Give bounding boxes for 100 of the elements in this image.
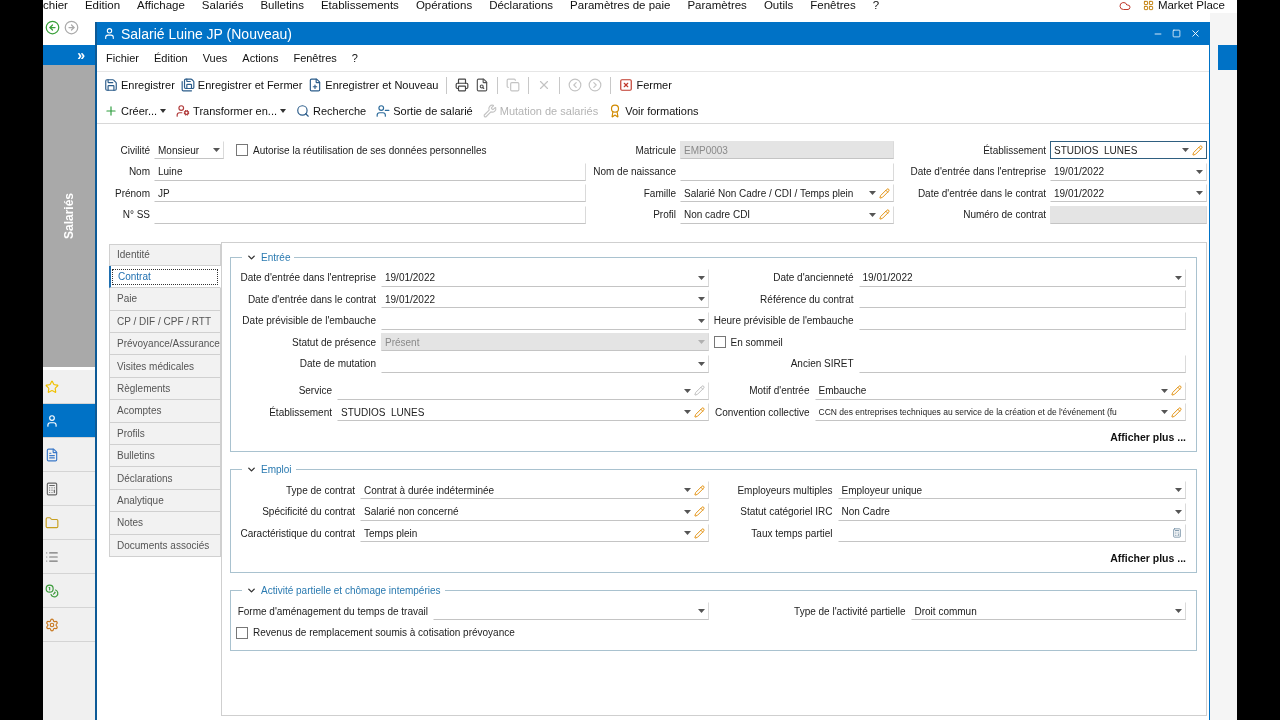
- expand-button[interactable]: »: [77, 48, 85, 62]
- menu-item[interactable]: Opérations: [415, 0, 473, 11]
- tab[interactable]: CP / DIF / CPF / RTT: [109, 310, 221, 334]
- dropdown-field[interactable]: Salarié Non Cadre / CDI / Temps plein: [680, 184, 894, 202]
- menu-item[interactable]: Fichier: [106, 52, 139, 64]
- menu-item[interactable]: Paramètres de paie: [570, 0, 671, 11]
- dropdown-field[interactable]: Salarié non concerné: [360, 502, 709, 521]
- number-field[interactable]: [837, 524, 1186, 542]
- dropdown-field[interactable]: 19/01/2022: [858, 268, 1186, 287]
- menu-item[interactable]: Etablissements: [320, 0, 399, 11]
- tab[interactable]: Déclarations: [109, 467, 221, 490]
- maximize-icon[interactable]: [1172, 29, 1181, 38]
- show-more-link[interactable]: Afficher plus ...: [1110, 552, 1186, 564]
- dropdown-field[interactable]: Droit commun: [910, 602, 1186, 620]
- dropdown-arrow-icon[interactable]: [869, 212, 876, 217]
- dropdown-field[interactable]: [381, 311, 709, 330]
- dropdown-arrow-icon[interactable]: [697, 297, 705, 301]
- dropdown-field[interactable]: Employeur unique: [837, 481, 1186, 499]
- tab[interactable]: Visites médicales: [109, 355, 221, 378]
- menu-item[interactable]: ?: [872, 0, 880, 11]
- text-field[interactable]: [154, 205, 586, 224]
- dropdown-arrow-icon[interactable]: [1196, 169, 1203, 174]
- dropdown-arrow-icon[interactable]: [683, 531, 691, 535]
- menu-item[interactable]: Paramètres: [687, 0, 747, 11]
- dropdown-field[interactable]: STUDIOS LUNES: [1050, 141, 1207, 159]
- dropdown-arrow-icon[interactable]: [1182, 148, 1189, 152]
- dropdown-arrow-icon[interactable]: [683, 509, 691, 514]
- toolbar-button[interactable]: Voir formations: [606, 102, 701, 119]
- dropdown-arrow-icon[interactable]: [1175, 509, 1182, 514]
- toolbar-button[interactable]: Enregistrer et Nouveau: [306, 77, 441, 93]
- chevron-icon[interactable]: [246, 464, 257, 475]
- text-field[interactable]: [858, 290, 1186, 308]
- menu-item[interactable]: chier: [43, 0, 68, 11]
- grid-icon[interactable]: [1142, 0, 1154, 11]
- dropdown-arrow-icon[interactable]: [869, 191, 876, 195]
- dropdown-field[interactable]: Non cadre CDI: [680, 205, 894, 224]
- dropdown-arrow-icon[interactable]: [683, 388, 691, 393]
- toolbar-button[interactable]: Enregistrer: [102, 77, 177, 93]
- toolbar-button[interactable]: Recherche: [294, 102, 369, 119]
- text-field[interactable]: [680, 162, 894, 181]
- menu-item[interactable]: Vues: [202, 52, 228, 64]
- toolbar-button[interactable]: Transformer en...: [174, 102, 289, 119]
- menu-item[interactable]: Actions: [242, 52, 279, 64]
- dropdown-field[interactable]: STUDIOS LUNES: [337, 403, 709, 421]
- side-item[interactable]: [43, 404, 95, 438]
- text-field[interactable]: [858, 311, 1186, 330]
- menu-item[interactable]: Édition: [154, 52, 188, 64]
- menu-item[interactable]: Fenêtres: [810, 0, 856, 11]
- dropdown-field[interactable]: Non Cadre: [837, 502, 1186, 521]
- dropdown-field[interactable]: Contrat à durée indéterminée: [360, 481, 709, 499]
- tab[interactable]: Paie: [109, 288, 221, 311]
- close-icon[interactable]: [1190, 28, 1201, 39]
- dropdown-field[interactable]: Temps plein: [360, 524, 709, 542]
- tab[interactable]: Notes: [109, 512, 221, 535]
- tab[interactable]: Bulletins: [109, 445, 221, 468]
- menu-item[interactable]: Edition: [84, 0, 121, 11]
- tab[interactable]: Analytique: [109, 489, 221, 513]
- calculator-icon[interactable]: [1172, 528, 1182, 538]
- checkbox[interactable]: [713, 336, 726, 348]
- menu-item[interactable]: Fenêtres: [293, 52, 337, 64]
- dropdown-arrow-icon[interactable]: [697, 318, 705, 323]
- dropdown-arrow-icon[interactable]: [213, 148, 220, 152]
- text-field[interactable]: Luine: [154, 162, 586, 181]
- chevron-icon[interactable]: [246, 585, 257, 596]
- dropdown-arrow-icon[interactable]: [1175, 488, 1182, 492]
- dropdown-field[interactable]: 19/01/2022: [381, 268, 709, 287]
- dropdown-arrow-icon[interactable]: [697, 275, 705, 280]
- dropdown-arrow-icon[interactable]: [1161, 388, 1168, 393]
- show-more-link[interactable]: Afficher plus ...: [1110, 431, 1186, 443]
- tab[interactable]: Identité: [109, 243, 221, 266]
- menu-item[interactable]: Déclarations: [489, 0, 554, 11]
- dropdown-arrow-icon[interactable]: [1175, 609, 1182, 613]
- tab[interactable]: Profils: [109, 422, 221, 445]
- toolbar-button[interactable]: Créer...: [102, 102, 169, 119]
- dropdown-field[interactable]: [381, 354, 709, 373]
- menu-item[interactable]: ?: [351, 52, 358, 64]
- dropdown-field[interactable]: 19/01/2022: [381, 290, 709, 308]
- dropdown-arrow-icon[interactable]: [1161, 410, 1168, 414]
- tab[interactable]: Prévoyance/Assurance: [109, 333, 221, 356]
- toolbar-button[interactable]: Fermer: [617, 77, 674, 93]
- toolbar-button[interactable]: Enregistrer et Fermer: [178, 77, 305, 93]
- market-place-link[interactable]: Market Place: [1157, 0, 1225, 11]
- tab[interactable]: Documents associés: [109, 534, 221, 557]
- menu-item[interactable]: Outils: [763, 0, 794, 11]
- dropdown-field[interactable]: 19/01/2022: [1050, 162, 1207, 181]
- toolbar-button[interactable]: Sortie de salarié: [374, 102, 475, 119]
- menu-item[interactable]: Bulletins: [260, 0, 304, 11]
- checkbox[interactable]: [236, 144, 248, 156]
- dropdown-arrow-icon[interactable]: [1196, 191, 1203, 195]
- text-field[interactable]: JP: [154, 184, 586, 202]
- tab[interactable]: Acomptes: [109, 400, 221, 423]
- dropdown-field[interactable]: 19/01/2022: [1050, 184, 1207, 202]
- dropdown-arrow-icon[interactable]: [697, 609, 705, 613]
- cloud-icon[interactable]: [1118, 0, 1131, 12]
- dropdown-arrow-icon[interactable]: [697, 361, 705, 366]
- tab[interactable]: Contrat: [109, 265, 221, 289]
- dropdown-field[interactable]: CCN des entreprises techniques au service de la création et de l'événement (fu: [814, 403, 1186, 421]
- checkbox[interactable]: [236, 626, 248, 639]
- menu-item[interactable]: Affichage: [137, 0, 185, 11]
- dropdown-field[interactable]: Monsieur: [154, 141, 224, 159]
